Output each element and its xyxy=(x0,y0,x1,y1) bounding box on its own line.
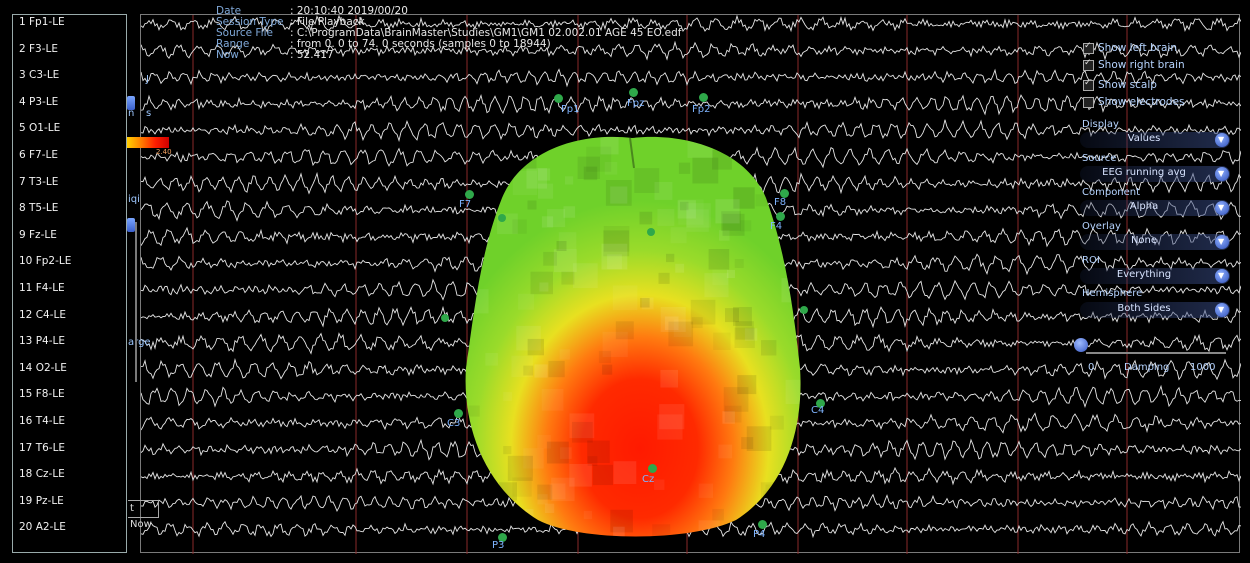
electrode-dot[interactable] xyxy=(441,314,449,322)
electrode-p4-dot[interactable] xyxy=(758,520,767,529)
electrode-label: P3 xyxy=(492,540,505,551)
channel-label[interactable]: 12 C4-LE xyxy=(19,309,66,321)
electrode-dot[interactable] xyxy=(498,214,506,222)
channel-label[interactable]: 13 P4-LE xyxy=(19,335,65,347)
electrode-fp2-dot[interactable] xyxy=(699,93,708,102)
checkbox-icon[interactable] xyxy=(1083,41,1094,54)
checkbox-icon[interactable] xyxy=(1083,78,1094,91)
electrode-label: Fpz xyxy=(627,98,645,109)
channel-label[interactable]: 15 F8-LE xyxy=(19,388,65,400)
component-dropdown[interactable]: Alpha xyxy=(1080,200,1230,216)
channel-label[interactable]: 5 O1-LE xyxy=(19,122,60,134)
now-value: : 52.417 xyxy=(290,49,334,61)
dropdown-arrow-icon[interactable] xyxy=(1215,201,1229,215)
dropdown-arrow-icon[interactable] xyxy=(1215,235,1229,249)
electrode-f7-dot[interactable] xyxy=(465,190,474,199)
electrode-label: C3 xyxy=(447,418,461,429)
session-info: Date: 20:10:40 2019/00/20 Session Type: … xyxy=(216,6,681,61)
channel-label[interactable]: 19 Pz-LE xyxy=(19,495,64,507)
electrode-label: F8 xyxy=(774,197,787,208)
channel-label[interactable]: 11 F4-LE xyxy=(19,282,65,294)
brain-map-controls: Show left brain Show right brain Show sc… xyxy=(1074,22,1234,382)
color-scale-max: 2.40 xyxy=(156,148,172,156)
channel-label[interactable]: 8 T5-LE xyxy=(19,202,58,214)
channel-label[interactable]: 14 O2-LE xyxy=(19,362,67,374)
left-stub-iqi: iqi xyxy=(128,194,140,205)
brain-heatmap xyxy=(465,136,801,537)
show-left-brain-checkbox[interactable]: Show left brain xyxy=(1083,41,1177,54)
left-stub-s: s xyxy=(146,108,152,119)
electrode-label: Fp1 xyxy=(561,104,580,115)
color-scale-bar xyxy=(127,137,169,148)
left-slider-track[interactable] xyxy=(135,222,137,382)
hemisphere-label: Hemisphere xyxy=(1082,288,1143,299)
electrode-label: Cz xyxy=(642,474,655,485)
dropdown-arrow-icon[interactable] xyxy=(1215,167,1229,181)
left-slider-thumb[interactable] xyxy=(127,218,135,232)
channel-label[interactable]: 4 P3-LE xyxy=(19,96,58,108)
electrode-dot[interactable] xyxy=(800,306,808,314)
damping-min: 0 xyxy=(1088,362,1095,373)
electrode-label: F4 xyxy=(770,221,783,232)
show-electrodes-checkbox[interactable]: Show electrodes xyxy=(1083,96,1185,108)
not-now-button[interactable]: t Now xyxy=(128,500,159,530)
display-label: Display xyxy=(1082,119,1119,130)
electrode-label: P4 xyxy=(753,529,766,540)
checkbox-icon[interactable] xyxy=(1083,96,1094,108)
channel-label[interactable]: 6 F7-LE xyxy=(19,149,58,161)
channel-list[interactable]: 1 Fp1-LE 2 F3-LE 3 C3-LE 4 P3-LE 5 O1-LE 6 F7… xyxy=(12,14,127,553)
damping-max: 1000 xyxy=(1190,362,1216,373)
overlay-dropdown[interactable]: None xyxy=(1080,234,1230,250)
dropdown-arrow-icon[interactable] xyxy=(1215,303,1229,317)
channel-label[interactable]: 17 T6-LE xyxy=(19,442,65,454)
electrode-f4-dot[interactable] xyxy=(776,212,785,221)
electrode-fp1-dot[interactable] xyxy=(554,94,563,103)
checkbox-icon[interactable] xyxy=(1083,58,1094,71)
brainmaster-app: Date: 20:10:40 2019/00/20 Session Type: … xyxy=(0,0,1250,563)
display-dropdown[interactable]: Values xyxy=(1080,132,1230,148)
channel-label[interactable]: 3 C3-LE xyxy=(19,69,59,81)
channel-label[interactable]: 1 Fp1-LE xyxy=(19,16,65,28)
dropdown-arrow-icon[interactable] xyxy=(1215,269,1229,283)
source-label: Source xyxy=(1082,153,1117,164)
show-right-brain-checkbox[interactable]: Show right brain xyxy=(1083,58,1185,71)
now-label: Now xyxy=(216,49,239,61)
eeg-trace xyxy=(141,93,1241,116)
left-stub-arge: arge xyxy=(128,337,151,348)
electrode-label: F7 xyxy=(459,199,472,210)
damping-label: Damping xyxy=(1124,362,1170,373)
roi-label: ROI xyxy=(1082,255,1100,266)
channel-label[interactable]: 18 Cz-LE xyxy=(19,468,65,480)
source-dropdown[interactable]: EEG running avg xyxy=(1080,166,1230,182)
roi-dropdown[interactable]: Everything xyxy=(1080,268,1230,284)
electrode-cz-dot[interactable] xyxy=(648,464,657,473)
damping-slider-thumb[interactable] xyxy=(1074,338,1088,352)
channel-label[interactable]: 9 Fz-LE xyxy=(19,229,57,241)
channel-label[interactable]: 16 T4-LE xyxy=(19,415,65,427)
electrode-label: Fp2 xyxy=(692,104,711,115)
hemisphere-dropdown[interactable]: Both Sides xyxy=(1080,302,1230,318)
left-slider-thumb-top[interactable] xyxy=(127,96,135,110)
overlay-label: Overlay xyxy=(1082,221,1121,232)
component-label: Component xyxy=(1082,187,1141,198)
channel-label[interactable]: 20 A2-LE xyxy=(19,521,66,533)
electrode-fpz-dot[interactable] xyxy=(629,88,638,97)
damping-slider-track[interactable] xyxy=(1086,352,1226,354)
brain-map[interactable] xyxy=(460,128,808,538)
channel-label[interactable]: 10 Fp2-LE xyxy=(19,255,71,267)
left-stub-j: J xyxy=(146,74,149,85)
electrode-label: C4 xyxy=(811,405,825,416)
electrode-dot[interactable] xyxy=(647,228,655,236)
dropdown-arrow-icon[interactable] xyxy=(1215,133,1229,147)
channel-label[interactable]: 2 F3-LE xyxy=(19,43,58,55)
channel-label[interactable]: 7 T3-LE xyxy=(19,176,58,188)
eeg-trace xyxy=(141,68,1241,88)
electrode-c3-dot[interactable] xyxy=(454,409,463,418)
show-scalp-checkbox[interactable]: Show scalp xyxy=(1083,78,1157,91)
